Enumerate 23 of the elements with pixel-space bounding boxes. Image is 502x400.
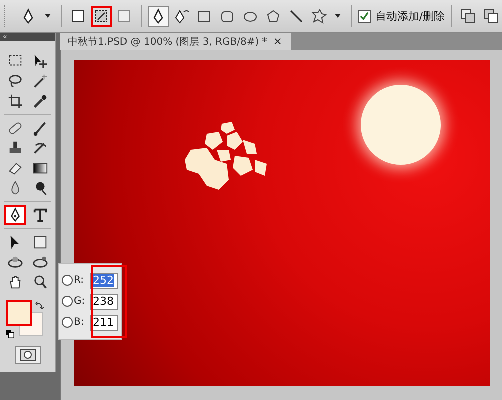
value-field[interactable]: 211 bbox=[90, 314, 118, 330]
channel-label: B: bbox=[74, 317, 86, 328]
document-tab[interactable]: 中秋节1.PSD @ 100% (图层 3, RGB/8#) * × bbox=[60, 33, 291, 50]
close-button[interactable]: × bbox=[273, 35, 283, 48]
document-title: 中秋节1.PSD @ 100% (图层 3, RGB/8#) * bbox=[68, 36, 268, 48]
value-field[interactable]: 238 bbox=[90, 294, 118, 310]
checkbox[interactable] bbox=[358, 10, 372, 22]
pen-icon[interactable] bbox=[148, 6, 169, 26]
paths-icon[interactable] bbox=[90, 6, 112, 26]
channel-label: G: bbox=[74, 296, 86, 307]
pen-icon[interactable] bbox=[4, 205, 26, 225]
radio-button[interactable] bbox=[62, 317, 73, 328]
channel-label: R: bbox=[74, 275, 86, 286]
radio-button[interactable] bbox=[62, 275, 73, 286]
radio-button[interactable] bbox=[62, 296, 73, 307]
swap-icon[interactable] bbox=[34, 301, 44, 310]
caret-icon[interactable] bbox=[335, 14, 342, 18]
color-swatches-drawing[interactable] bbox=[6, 300, 44, 338]
value-field[interactable]: 252 bbox=[90, 272, 118, 288]
default-colors-icon[interactable] bbox=[6, 330, 14, 339]
caret-icon[interactable] bbox=[44, 14, 51, 18]
quick-mask-icon[interactable] bbox=[14, 346, 40, 364]
checkbox-label: 自动添加/删除 bbox=[375, 8, 446, 24]
